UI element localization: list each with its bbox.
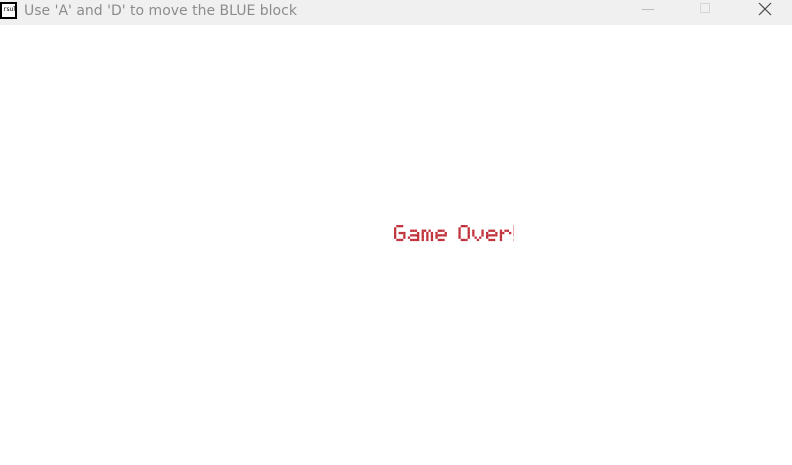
game-over-letter (458, 225, 470, 242)
close-button[interactable] (742, 0, 788, 22)
game-canvas[interactable] (0, 25, 792, 465)
window-title: Use 'A' and 'D' to move the BLUE block (24, 3, 297, 19)
app-icon[interactable]: rsult (0, 2, 17, 19)
app-icon-label: rsult (3, 6, 17, 13)
game-window: rsult Use 'A' and 'D' to move the BLUE b… (0, 0, 792, 465)
game-over-letter (435, 229, 447, 242)
title-bar[interactable]: rsult Use 'A' and 'D' to move the BLUE b… (0, 0, 792, 25)
close-icon (758, 2, 772, 16)
minimize-button[interactable] (624, 0, 670, 22)
game-over-letter (407, 229, 420, 242)
maximize-icon (700, 3, 710, 13)
minimize-icon (642, 9, 654, 10)
game-over-letter (394, 225, 406, 242)
game-over-letter (421, 229, 434, 242)
maximize-button[interactable] (683, 0, 729, 22)
game-over-letter (472, 229, 484, 242)
game-over-letter (486, 229, 498, 242)
game-over-text (394, 225, 514, 242)
game-over-letter (499, 229, 512, 242)
